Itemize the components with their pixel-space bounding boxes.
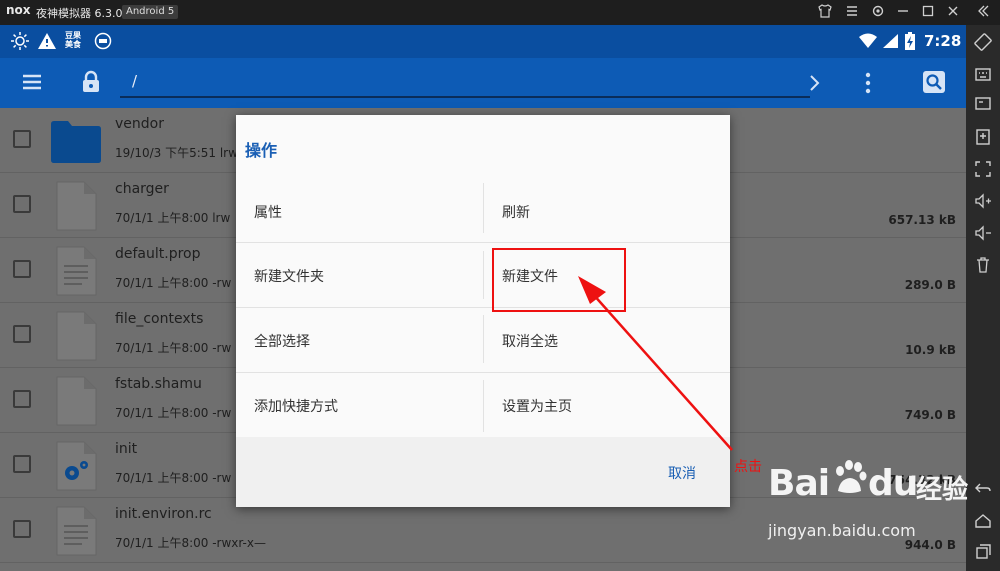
menu-item-properties[interactable]: 属性: [254, 202, 282, 222]
search-icon[interactable]: [922, 70, 946, 98]
mtk-round-icon: [93, 31, 113, 51]
app-notification-label: 豆果美食: [65, 31, 81, 49]
baidu-logo-text: Bai: [768, 463, 830, 504]
file-size: 944.0 B: [904, 538, 956, 552]
file-size: 289.0 B: [904, 278, 956, 292]
add-apk-icon[interactable]: [973, 128, 993, 148]
file-name: fstab.shamu: [115, 376, 202, 392]
volume-down-icon[interactable]: [973, 224, 993, 244]
document-icon: [54, 506, 98, 556]
minimize-icon[interactable]: [894, 4, 912, 20]
android-status-bar: 豆果美食 7:28: [0, 25, 966, 58]
baidu-url: jingyan.baidu.com: [768, 521, 916, 540]
hamburger-menu-icon[interactable]: [22, 73, 42, 95]
divider: [483, 251, 484, 299]
row-checkbox[interactable]: [13, 455, 31, 473]
dialog-title: 操作: [245, 141, 278, 160]
file-size: 749.0 B: [904, 408, 956, 422]
file-name: vendor: [115, 116, 164, 132]
row-checkbox[interactable]: [13, 325, 31, 343]
row-checkbox[interactable]: [13, 390, 31, 408]
file-icon: [54, 311, 98, 361]
rotate-screen-icon[interactable]: [973, 33, 993, 53]
baidu-jingyan-text: 经验: [916, 475, 969, 505]
emulator-sidebar: [966, 25, 1000, 571]
clock-time: 7:28: [924, 32, 962, 50]
file-icon: [54, 376, 98, 426]
file-meta: 70/1/1 上午8:00 -rw: [115, 406, 232, 420]
row-checkbox[interactable]: [13, 130, 31, 148]
fullscreen-icon[interactable]: [973, 160, 993, 180]
file-name: charger: [115, 181, 169, 197]
maximize-icon[interactable]: [919, 4, 937, 20]
file-icon: [54, 181, 98, 231]
file-meta: 70/1/1 上午8:00 lrw: [115, 211, 231, 225]
annotation-text: 点击: [734, 459, 762, 475]
warning-icon: [37, 31, 57, 51]
close-icon[interactable]: [944, 4, 962, 20]
document-icon: [54, 246, 98, 296]
divider: [483, 380, 484, 432]
file-manager-toolbar: /: [0, 58, 966, 108]
nox-logo: nox: [6, 3, 31, 17]
baidu-logo-text-2: du: [868, 463, 918, 504]
file-name: default.prop: [115, 246, 201, 262]
divider: [483, 315, 484, 363]
row-checkbox[interactable]: [13, 195, 31, 213]
android-version-badge: Android 5: [122, 5, 179, 19]
menu-item-add-shortcut[interactable]: 添加快捷方式: [254, 396, 338, 416]
overflow-menu-icon[interactable]: [864, 72, 872, 98]
emulator-titlebar: nox 夜神模拟器 6.3.0.0 Android 5: [0, 0, 1000, 25]
chevron-right-icon[interactable]: [808, 74, 822, 96]
annotation-arrow-icon: [578, 276, 733, 451]
current-path[interactable]: /: [132, 72, 137, 90]
executable-gear-icon: [54, 441, 98, 491]
brightness-icon: [10, 31, 30, 51]
skin-icon[interactable]: [816, 4, 834, 20]
path-underline: [120, 96, 810, 98]
home-icon[interactable]: [973, 512, 993, 532]
baidu-paw-icon: [836, 460, 867, 493]
back-icon[interactable]: [973, 479, 993, 499]
keyboard-icon[interactable]: [973, 65, 993, 85]
row-checkbox[interactable]: [13, 260, 31, 278]
volume-up-icon[interactable]: [973, 192, 993, 212]
file-meta: 70/1/1 上午8:00 -rw: [115, 276, 232, 290]
file-name: init: [115, 441, 138, 457]
trash-icon[interactable]: [973, 256, 993, 276]
menu-item-new-folder[interactable]: 新建文件夹: [254, 266, 324, 286]
collapse-chevron-icon[interactable]: [974, 4, 992, 20]
wifi-icon: [858, 31, 878, 51]
file-meta: 70/1/1 上午8:00 -rwxr-x—: [115, 536, 266, 550]
signal-icon: [881, 31, 901, 51]
file-meta: 19/10/3 下午5:51 lrw: [115, 146, 238, 160]
lock-icon[interactable]: [81, 70, 101, 98]
row-checkbox[interactable]: [13, 520, 31, 538]
folder-icon: [51, 116, 101, 166]
battery-charging-icon: [903, 31, 917, 51]
window-title: 夜神模拟器 6.3.0.0: [36, 7, 133, 20]
screen-icon[interactable]: [973, 95, 993, 115]
menu-icon[interactable]: [843, 4, 861, 20]
divider: [236, 242, 730, 243]
file-meta: 70/1/1 上午8:00 -rw: [115, 341, 232, 355]
menu-item-refresh[interactable]: 刷新: [502, 202, 530, 222]
menu-item-deselect-all[interactable]: 取消全选: [502, 331, 558, 351]
recent-apps-icon[interactable]: [973, 543, 993, 563]
settings-gear-icon[interactable]: [869, 4, 887, 20]
menu-item-select-all[interactable]: 全部选择: [254, 331, 310, 351]
baidu-watermark: Bai du 经验 jingyan.baidu.com: [768, 460, 968, 540]
file-size: 10.9 kB: [905, 343, 956, 357]
divider: [483, 183, 484, 233]
file-meta: 70/1/1 上午8:00 -rw: [115, 471, 232, 485]
file-size: 657.13 kB: [888, 213, 956, 227]
file-name: init.environ.rc: [115, 506, 212, 522]
file-name: file_contexts: [115, 311, 204, 327]
